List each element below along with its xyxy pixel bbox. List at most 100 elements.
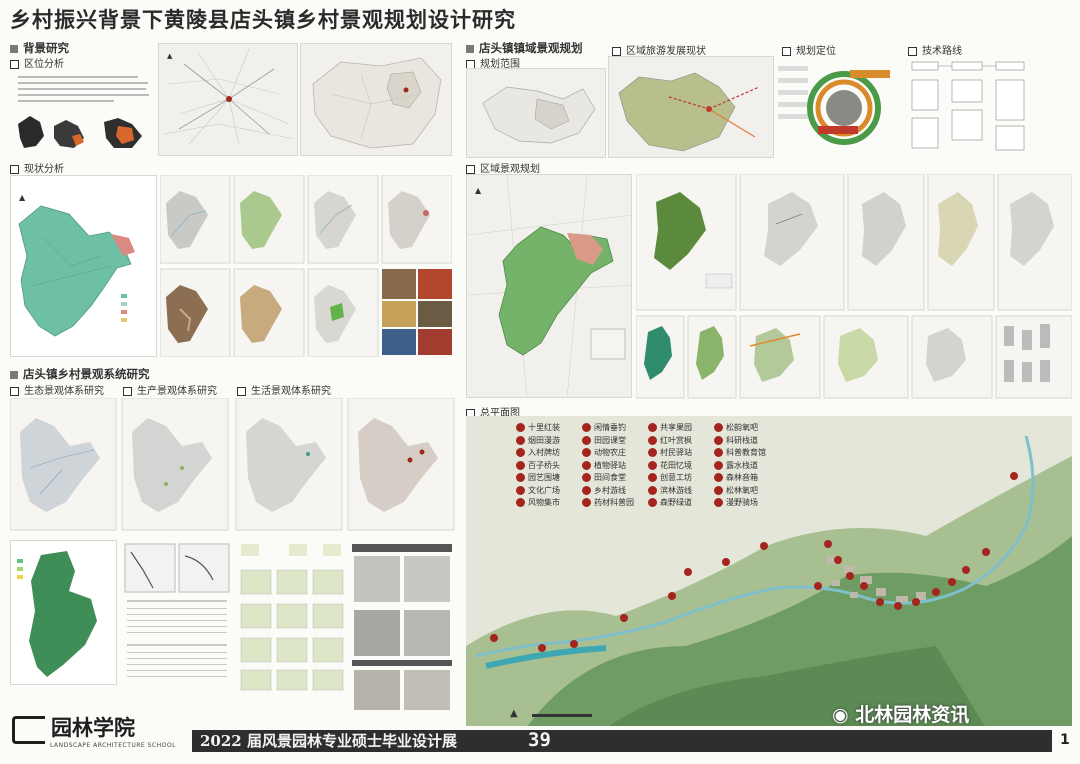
legend-label: 十里红装 [528, 423, 560, 432]
legend-label: 松林氧吧 [726, 485, 758, 495]
legend-marker-icon [582, 423, 591, 432]
legend-marker-icon [516, 448, 525, 457]
legend-label: 漫野骑场 [726, 498, 758, 507]
legend-item: 田园课堂 [582, 435, 626, 446]
legend-label: 闲情垂钓 [594, 423, 626, 432]
svg-text:▲: ▲ [167, 52, 173, 60]
legend-label: 药材科普园 [594, 498, 634, 507]
status-map-water [160, 175, 231, 264]
regional-map-main: ▲ [466, 174, 632, 398]
section-town-planning: 店头镇镇域景观规划 [466, 40, 583, 56]
legend-label: 乡村游线 [594, 485, 626, 495]
legend-marker-icon [516, 485, 525, 495]
legend-item: 滨林游线 [648, 485, 692, 496]
scope-map [466, 68, 606, 158]
legend-item: 入村牌坊 [516, 447, 560, 458]
section-village-system: 店头镇乡村景观系统研究 [10, 366, 150, 382]
page-title: 乡村振兴背景下黄陵县店头镇乡村景观规划设计研究 [10, 7, 516, 32]
legend-label: 村民驿站 [660, 448, 692, 457]
subsection-location: 区位分析 [10, 55, 64, 70]
legend-label: 花田忆境 [660, 460, 692, 470]
legend-label: 科普教育馆 [726, 448, 766, 457]
legend-label: 森野绿道 [660, 498, 692, 507]
legend-marker-icon [582, 435, 591, 445]
legend-marker-icon [648, 435, 657, 445]
legend-marker-icon [582, 460, 591, 470]
legend-marker-icon [714, 473, 723, 482]
svg-text:▲: ▲ [510, 708, 518, 719]
legend-label: 创意工坊 [660, 473, 692, 482]
legend-label: 田间食堂 [594, 473, 626, 482]
legend-marker-icon [516, 435, 525, 445]
svg-text:▲: ▲ [19, 193, 26, 202]
legend-marker-icon [516, 498, 525, 507]
legend-item: 科普教育馆 [714, 447, 766, 458]
legend-label: 风物集市 [528, 498, 560, 507]
subsection-positioning: 规划定位 [782, 42, 836, 57]
legend-label: 植物驿站 [594, 460, 626, 470]
subsection-tourism: 区域旅游发展现状 [612, 42, 706, 57]
positioning-diagram [778, 56, 902, 156]
legend-item: 森野绿道 [648, 497, 692, 508]
legend-marker-icon [714, 485, 723, 495]
subsection-tech-route: 技术路线 [908, 42, 962, 57]
section-background: 背景研究 [10, 40, 69, 56]
legend-marker-icon [648, 473, 657, 482]
legend-label: 滨林游线 [660, 485, 692, 495]
legend-item: 花田忆境 [648, 460, 692, 471]
legend-label: 烟田漫游 [528, 435, 560, 445]
location-map-national: ▲ [158, 43, 298, 156]
legend-label: 松韵氧吧 [726, 423, 758, 432]
legend-item: 松林氧吧 [714, 485, 758, 496]
legend-marker-icon [582, 498, 591, 507]
legend-label: 露水栈道 [726, 460, 758, 470]
legend-item: 闲情垂钓 [582, 422, 626, 433]
legend-label: 动物农庄 [594, 448, 626, 457]
wechat-watermark: ◉ 北林园林资讯 [832, 704, 970, 726]
village-system-maps [10, 398, 455, 531]
wechat-icon: ◉ [832, 704, 849, 726]
legend-item: 共享果园 [648, 422, 692, 433]
legend-label: 红叶赏枫 [660, 435, 692, 445]
legend-marker-icon [648, 485, 657, 495]
legend-item: 动物农庄 [582, 447, 626, 458]
subsection-eco: 生态景观体系研究 [10, 382, 104, 397]
legend-item: 红叶赏枫 [648, 435, 692, 446]
status-map-main: ▲ [10, 175, 157, 357]
legend-item: 乡村游线 [582, 485, 626, 496]
legend-marker-icon [516, 460, 525, 470]
living-photos [352, 544, 452, 710]
legend-marker-icon [648, 498, 657, 507]
legend-item: 田间食堂 [582, 472, 626, 483]
subsection-living: 生活景观体系研究 [237, 382, 331, 397]
legend-item: 森林音箱 [714, 472, 758, 483]
production-diagrams [124, 543, 230, 677]
legend-item: 百子桥头 [516, 460, 560, 471]
location-province-maps [18, 116, 142, 148]
legend-marker-icon [714, 435, 723, 445]
legend-marker-icon [648, 448, 657, 457]
legend-item: 松韵氧吧 [714, 422, 758, 433]
legend-marker-icon [582, 485, 591, 495]
legend-marker-icon [648, 423, 657, 432]
location-map-county [300, 43, 452, 156]
svg-text:▲: ▲ [475, 186, 482, 195]
logo-subtitle: LANDSCAPE ARCHITECTURE SCHOOL [50, 742, 176, 749]
legend-marker-icon [582, 473, 591, 482]
subsection-status: 现状分析 [10, 160, 64, 175]
legend-marker-icon [582, 448, 591, 457]
regional-small-maps [636, 174, 1072, 399]
legend-item: 漫野骑场 [714, 497, 758, 508]
legend-marker-icon [648, 460, 657, 470]
legend-label: 园艺围塘 [528, 473, 560, 482]
tech-route-diagram [908, 56, 1028, 156]
status-small-maps [160, 175, 452, 357]
page-number: 39 [528, 729, 551, 751]
master-plan-legend: 十里红装 闲情垂钓 共享果园 松韵氧吧 烟田漫游 田园课堂 红叶赏枫 科研栈道 入村牌坊 动物农庄… [516, 422, 786, 512]
legend-label: 百子桥头 [528, 460, 560, 470]
legend-label: 入村牌坊 [528, 448, 560, 457]
legend-item: 风物集市 [516, 497, 560, 508]
legend-label: 共享果园 [660, 423, 692, 432]
tourism-map [608, 56, 774, 158]
legend-item: 露水栈道 [714, 460, 758, 471]
